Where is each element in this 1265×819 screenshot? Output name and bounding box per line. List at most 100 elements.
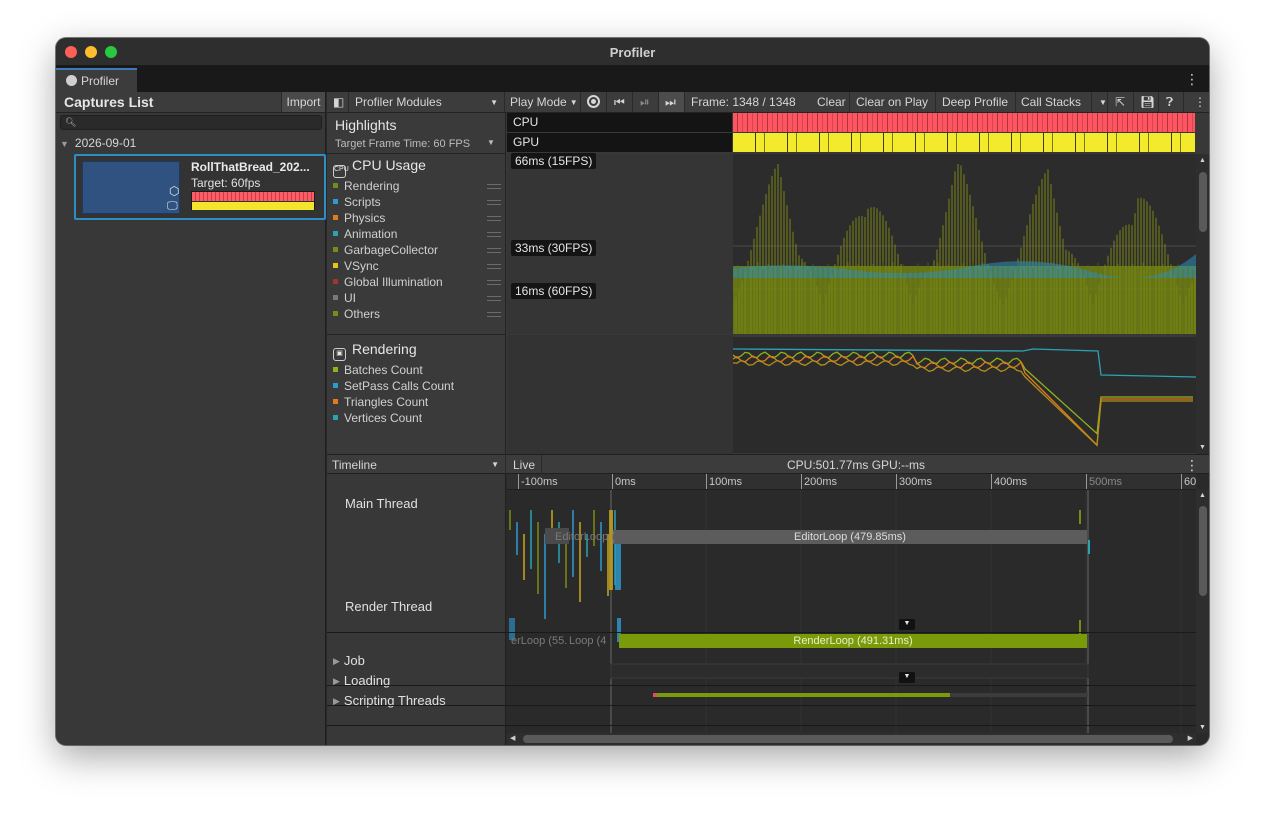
drag-handle-icon[interactable] (487, 264, 501, 269)
tab-bar: Profiler ⋮ (56, 66, 1209, 92)
scrollbar-thumb[interactable] (1199, 506, 1207, 596)
timeline-samples (509, 490, 1182, 733)
profiler-icon (66, 75, 77, 86)
cpu-highlight-bar[interactable] (733, 113, 1195, 132)
load-capture-button[interactable]: ⇱ (1108, 92, 1134, 112)
cpu-legend-item[interactable]: UI (333, 291, 356, 305)
legend-label: Physics (344, 211, 386, 225)
timeline-vertical-scrollbar[interactable]: ▲ ▼ (1196, 490, 1209, 733)
record-button[interactable] (581, 92, 607, 112)
next-frame-button[interactable]: ⏯ (633, 92, 659, 112)
tick-label: -100ms (518, 474, 558, 489)
drag-handle-icon[interactable] (487, 216, 501, 221)
cpu-usage-graph[interactable] (733, 154, 1196, 334)
legend-label: Vertices Count (344, 411, 423, 425)
help-button[interactable]: ❓︎ (1159, 92, 1184, 112)
cpu-legend-item[interactable]: Global Illumination (333, 275, 443, 289)
rendering-legend-item[interactable]: Batches Count (333, 363, 423, 377)
view-mode-label: Timeline (332, 458, 377, 472)
tab-profiler[interactable]: Profiler (56, 68, 137, 92)
sidebar-toggle-icon[interactable]: ◧ (327, 92, 349, 112)
rendering-legend-item[interactable]: Vertices Count (333, 411, 422, 425)
legend-swatch (333, 415, 338, 420)
captures-search-input[interactable]: 🔍︎ (60, 115, 322, 130)
import-button[interactable]: Import (281, 92, 325, 112)
capture-date: 2026-09-01 (74, 136, 137, 150)
captures-header: Captures List Import (56, 92, 325, 113)
capture-item[interactable]: ⬡ 🖵 RollThatBread_202... Target: 60fps (74, 154, 326, 220)
legend-label: Scripts (344, 195, 381, 209)
cpu-legend-item[interactable]: GarbageCollector (333, 243, 438, 257)
cpu-legend-item[interactable]: Animation (333, 227, 397, 241)
call-stacks-toggle[interactable]: Call Stacks (1016, 92, 1092, 112)
drag-handle-icon[interactable] (487, 200, 501, 205)
drag-handle-icon[interactable] (487, 280, 501, 285)
call-stacks-dropdown[interactable]: ▼ (1092, 92, 1108, 112)
current-frame-button[interactable]: ⏭ (659, 92, 685, 112)
drag-handle-icon[interactable] (487, 248, 501, 253)
chevron-down-icon: ▼ (569, 98, 578, 107)
drag-handle-icon[interactable] (487, 312, 501, 317)
skip-back-icon: ⏮ (614, 95, 625, 109)
toolbar-menu-icon[interactable]: ⋮ (1184, 92, 1209, 112)
highlight-lane-gpu: GPU (507, 133, 732, 152)
thread-render[interactable]: Render Thread (345, 599, 432, 614)
cpu-legend-item[interactable]: Rendering (333, 179, 399, 193)
rendering-graph[interactable] (733, 337, 1196, 453)
title-bar: Profiler (56, 38, 1209, 66)
clear-on-play-toggle[interactable]: Clear on Play (850, 92, 936, 112)
group-job[interactable]: ▶ Job (333, 653, 365, 668)
clear-button[interactable]: Clear (810, 92, 850, 112)
first-frame-button[interactable]: ⏮ (607, 92, 633, 112)
expand-render-thread-icon[interactable]: ▼ (899, 672, 915, 683)
deep-profile-toggle[interactable]: Deep Profile (936, 92, 1016, 112)
live-toggle[interactable]: Live (507, 455, 542, 474)
view-mode-dropdown[interactable]: Timeline ▼ (327, 455, 506, 474)
drag-handle-icon[interactable] (487, 296, 501, 301)
legend-swatch (333, 367, 338, 372)
thread-main[interactable]: Main Thread (345, 496, 418, 511)
timeline-menu-icon[interactable]: ⋮ (1185, 457, 1199, 474)
frame-counter: Frame: 1348 / 1348 (691, 95, 796, 109)
timeline-horizontal-scrollbar[interactable]: ◀ ▶ (507, 733, 1196, 745)
profiler-modules-dropdown[interactable]: Profiler Modules ▼ (349, 92, 505, 112)
rendering-module-title[interactable]: ▣ Rendering (333, 341, 417, 361)
legend-label: Animation (344, 227, 398, 241)
legend-label: UI (344, 291, 356, 305)
editor-loop-sample[interactable]: EditorLoop (479.85ms) (613, 530, 1087, 544)
render-loop-sample[interactable]: RenderLoop (491.31ms) (619, 634, 1087, 648)
ghost-sample: erLoop (55. (511, 635, 567, 647)
expand-main-thread-icon[interactable]: ▼ (899, 619, 915, 630)
cpu-legend-item[interactable]: Scripts (333, 195, 381, 209)
tick-label: 200ms (800, 474, 838, 489)
scrollbar-thumb[interactable] (523, 735, 1173, 743)
capture-date-group[interactable]: ▼ 2026-09-01 (60, 136, 136, 150)
legend-swatch (333, 215, 338, 220)
tick-label: 500ms (1085, 474, 1123, 489)
rendering-legend-item[interactable]: Triangles Count (333, 395, 428, 409)
target-frame-time-dropdown[interactable]: Target Frame Time: 60 FPS ▼ (335, 138, 495, 150)
search-icon: 🔍︎ (65, 117, 77, 127)
gpu-highlight-bar[interactable] (733, 133, 1195, 152)
time-ruler[interactable]: -100ms 0ms 100ms 200ms 300ms 400ms 500ms… (507, 474, 1196, 490)
cpu-legend-item[interactable]: VSync (333, 259, 379, 273)
group-job-label: Job (343, 653, 365, 668)
drag-handle-icon[interactable] (487, 184, 501, 189)
scroll-down-icon: ▼ (1199, 444, 1206, 451)
fps-label-30: 33ms (30FPS) (511, 240, 597, 256)
modules-scrollbar[interactable]: ▲ ▼ (1196, 154, 1209, 454)
play-mode-dropdown[interactable]: Play Mode ▼ (505, 92, 581, 112)
cpu-legend-item[interactable]: Physics (333, 211, 385, 225)
cpu-legend-item[interactable]: Others (333, 307, 380, 321)
tab-menu-icon[interactable]: ⋮ (1185, 71, 1199, 88)
chevron-down-icon: ▼ (490, 98, 498, 107)
drag-handle-icon[interactable] (487, 232, 501, 237)
cpu-usage-module-title[interactable]: CPU CPU Usage (333, 157, 426, 178)
scroll-right-icon: ▶ (1187, 735, 1193, 742)
capture-gpu-bar (192, 202, 314, 210)
scrollbar-thumb[interactable] (1199, 172, 1207, 232)
step-forward-icon: ⏯ (640, 95, 650, 109)
scroll-up-icon: ▲ (1199, 492, 1206, 499)
rendering-legend-item[interactable]: SetPass Calls Count (333, 379, 454, 393)
save-capture-button[interactable]: 💾︎ (1134, 92, 1159, 112)
